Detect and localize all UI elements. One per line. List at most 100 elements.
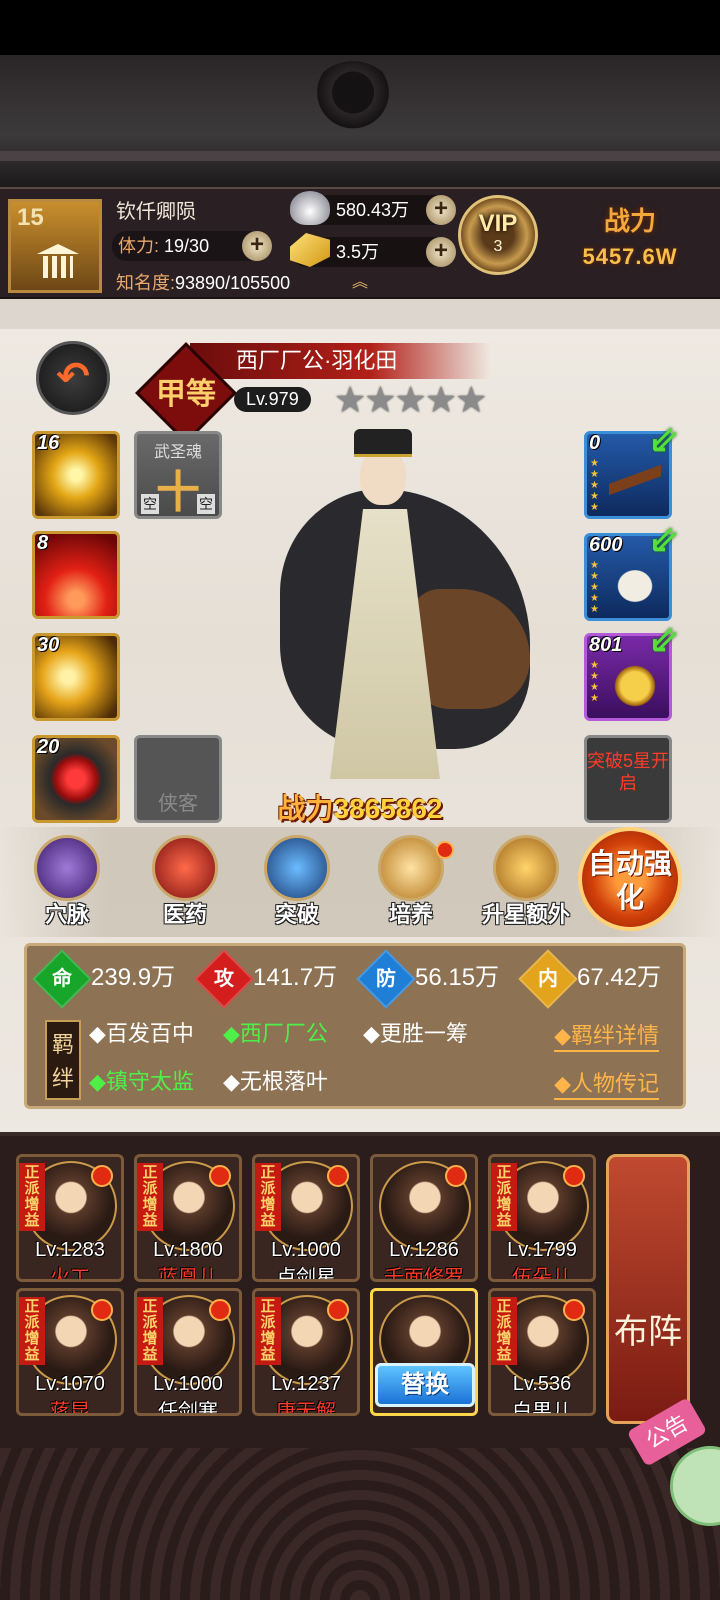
- roster-card[interactable]: 正派增益 Lv.1000 任剑寒: [134, 1288, 242, 1416]
- internal-badge: 内: [518, 948, 578, 1009]
- card-name: 伍朵儿: [512, 1267, 572, 1282]
- roster-card[interactable]: 正派增益 Lv.536 白果儿: [488, 1288, 596, 1416]
- cultivation-menu: 穴脉 医药 突破 培养 升星额外 自动强化: [0, 827, 720, 937]
- menu-label: 医药: [162, 902, 207, 927]
- roster-card-current[interactable]: 替换: [370, 1288, 478, 1416]
- upgrade-arrow-icon: ⇙: [648, 519, 680, 561]
- menu-label: 穴脉: [44, 902, 89, 927]
- medicine-icon: [152, 835, 218, 901]
- menu-star-up[interactable]: 升星额外: [474, 835, 578, 935]
- attack-badge: 攻: [194, 948, 254, 1009]
- silver-value: 580.43万: [336, 200, 410, 220]
- menu-breakthrough[interactable]: 突破: [252, 835, 342, 935]
- menu-label: 突破: [274, 902, 319, 927]
- roster-card[interactable]: 正派增益 Lv.1000 卢剑星: [252, 1154, 360, 1282]
- formation-button[interactable]: 布阵: [606, 1154, 690, 1424]
- bond-tag: 羁绊: [45, 1020, 81, 1100]
- add-stamina-button[interactable]: +: [242, 231, 272, 261]
- equipment-level: 0: [589, 432, 601, 454]
- soul-slot-right: 空: [197, 494, 215, 514]
- fame-display: 知名度:93890/105500: [116, 269, 290, 295]
- skill-slot-2[interactable]: 8: [32, 531, 120, 619]
- back-button[interactable]: ↶: [36, 341, 110, 415]
- skill-slot-4[interactable]: 20: [32, 735, 120, 823]
- player-level-badge[interactable]: 15: [8, 199, 102, 293]
- card-level: Lv.1800: [153, 1239, 223, 1261]
- collapse-chevron-icon[interactable]: ︽: [340, 275, 380, 291]
- roster-card[interactable]: 正派增益 Lv.1283 火工: [16, 1154, 124, 1282]
- roster-card[interactable]: 正派增益 Lv.1237 唐无解: [252, 1288, 360, 1416]
- menu-label: 升星额外: [481, 902, 570, 927]
- equipment-level: 600: [589, 534, 623, 556]
- roof-beam: [0, 151, 720, 161]
- bond-item: ◆无根落叶: [223, 1069, 328, 1094]
- attribute-row: 命 239.9万 攻 141.7万 防 56.15万 内 67.42万: [27, 948, 683, 1009]
- swap-button[interactable]: 替换: [375, 1363, 475, 1407]
- roster-card[interactable]: 正派增益 Lv.1070 蒋昆: [16, 1288, 124, 1416]
- card-level: Lv.1799: [507, 1239, 577, 1261]
- menu-meridian[interactable]: 穴脉: [22, 835, 112, 935]
- bond-detail-link[interactable]: ◆羁绊详情: [554, 1018, 659, 1052]
- bond-item: ◆西厂厂公: [223, 1021, 328, 1046]
- buff-tag: 正派增益: [255, 1163, 281, 1231]
- menu-medicine[interactable]: 医药: [140, 835, 230, 935]
- silver-ingot-icon: [290, 191, 330, 225]
- menu-train[interactable]: 培养: [366, 835, 456, 935]
- train-icon: [378, 835, 444, 901]
- equipment-stars: ★ ★ ★ ★ ★: [590, 458, 599, 513]
- hero-power-label: 战力: [277, 793, 334, 824]
- card-level: Lv.1237: [271, 1373, 341, 1395]
- equipment-stars: ★ ★ ★ ★ ★: [590, 560, 599, 615]
- vip-badge[interactable]: VIP 3: [458, 195, 538, 275]
- add-silver-button[interactable]: +: [426, 195, 456, 225]
- martial-soul-slot[interactable]: 武圣魂 十 空 空: [134, 431, 222, 519]
- notification-dot: [563, 1299, 585, 1321]
- equipment-level: 801: [589, 634, 623, 656]
- roster-card[interactable]: Lv.1286 千面修罗: [370, 1154, 478, 1282]
- notification-dot: [436, 841, 454, 859]
- roster-card[interactable]: 正派增益 Lv.1800 蓝凰儿: [134, 1154, 242, 1282]
- hero-stars: ★★★★★: [334, 379, 487, 420]
- knight-slot[interactable]: 侠客: [134, 735, 222, 823]
- gold-value: 3.5万: [336, 242, 380, 262]
- notification-dot: [445, 1165, 467, 1187]
- auto-strengthen-button[interactable]: 自动强化: [578, 827, 682, 931]
- player-name: 钦仟卿陨: [116, 201, 196, 223]
- add-gold-button[interactable]: +: [426, 237, 456, 267]
- buff-tag: 正派增益: [491, 1297, 517, 1365]
- pagoda-icon: [37, 236, 79, 280]
- buff-tag: 正派增益: [137, 1297, 163, 1365]
- notification-dot: [91, 1165, 113, 1187]
- card-level: Lv.1286: [389, 1239, 459, 1261]
- vip-level: 3: [493, 238, 503, 255]
- fame-value: 93890/105500: [175, 273, 291, 293]
- vip-label: VIP: [478, 210, 518, 237]
- hero-power: 战力3865862: [240, 787, 480, 827]
- bottom-wave-pattern: [0, 1448, 720, 1600]
- card-name: 卢剑星: [276, 1267, 336, 1282]
- attr-defense: 防 56.15万: [356, 948, 499, 1009]
- hero-roster: 正派增益 Lv.1283 火工 正派增益 Lv.1800 蓝凰儿 正派增益 Lv…: [0, 1132, 720, 1448]
- total-power: 战力 5457.6W: [560, 201, 700, 270]
- attr-hp: 命 239.9万: [32, 948, 176, 1009]
- skill-slot-1[interactable]: 16: [32, 431, 120, 519]
- roster-card[interactable]: 正派增益 Lv.1799 伍朵儿: [488, 1154, 596, 1282]
- roof-ornament: [308, 61, 398, 131]
- musket-icon: [609, 460, 661, 508]
- total-power-label: 战力: [603, 206, 656, 236]
- locked-breakthrough-slot[interactable]: 突破5星开启: [584, 735, 672, 823]
- skill-slot-3[interactable]: 30: [32, 633, 120, 721]
- biography-link[interactable]: ◆人物传记: [554, 1066, 659, 1100]
- attr-attack: 攻 141.7万: [194, 948, 337, 1009]
- notification-dot: [209, 1165, 231, 1187]
- defense-badge: 防: [356, 948, 416, 1009]
- card-level: Lv.536: [512, 1373, 572, 1395]
- buff-tag: 正派增益: [19, 1163, 45, 1231]
- soul-slot-left: 空: [141, 494, 159, 514]
- grade-text: 甲等: [156, 378, 216, 411]
- player-level: 15: [17, 204, 44, 231]
- notification-dot: [327, 1299, 349, 1321]
- robe-icon: [609, 562, 661, 610]
- hp-value: 239.9万: [91, 964, 176, 991]
- hero-title: 西厂厂公·羽化田: [190, 343, 490, 379]
